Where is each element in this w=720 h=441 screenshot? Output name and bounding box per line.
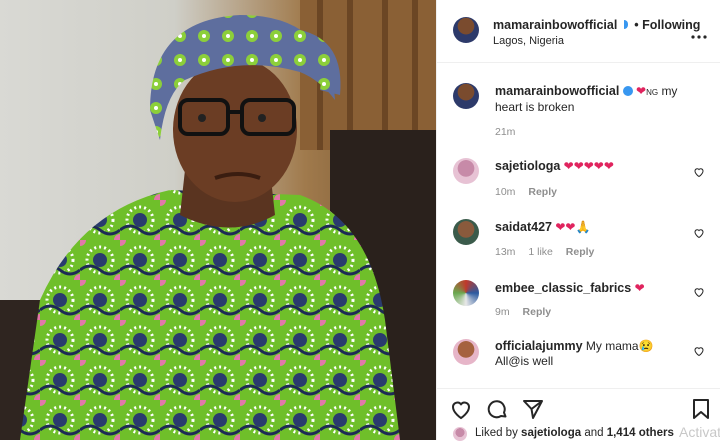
- likes-summary: Liked by sajetiologa and 1,414 others: [437, 426, 720, 441]
- comment-meta: 13m 1 like Reply: [495, 246, 594, 258]
- reply-button[interactable]: Reply: [528, 186, 557, 198]
- comment-body: ❤: [634, 281, 645, 295]
- like-comment-heart-icon[interactable]: [693, 286, 705, 298]
- liked-prefix: Liked by: [475, 427, 518, 439]
- heart-emoji-icon: ❤: [636, 84, 647, 98]
- woman-photo-illustration: [0, 0, 436, 440]
- comment-item: officialajummy My mama😢 All@is well: [437, 337, 720, 387]
- comment-body: My mama😢: [585, 339, 654, 353]
- comment-text: officialajummy My mama😢 All@is well: [495, 339, 695, 369]
- liker-avatar[interactable]: [453, 427, 467, 441]
- like-comment-heart-icon[interactable]: [693, 345, 705, 357]
- comment-body: ❤❤🙏: [555, 220, 591, 234]
- liked-and: and: [584, 427, 604, 439]
- comment-body: ❤❤❤❤❤: [563, 159, 614, 173]
- header-title-row: mamarainbowofficial • Following: [493, 16, 700, 34]
- commenter-avatar[interactable]: [453, 280, 479, 306]
- reply-button[interactable]: Reply: [523, 306, 552, 318]
- comment-likes[interactable]: 1 like: [528, 246, 553, 258]
- comment-text: sajetiologa ❤❤❤❤❤: [495, 159, 695, 174]
- comment-bubble-icon[interactable]: [485, 397, 509, 421]
- likes-text: Liked by sajetiologa and 1,414 others: [475, 427, 674, 439]
- caption-flag: NG: [646, 88, 659, 97]
- comment-time: 10m: [495, 186, 516, 198]
- caption-avatar[interactable]: [453, 83, 479, 109]
- comment-item: sajetiologa ❤❤❤❤❤ 10m Reply: [437, 155, 720, 205]
- share-paper-plane-icon[interactable]: [521, 397, 545, 421]
- comment-username[interactable]: embee_classic_fabrics: [495, 281, 631, 295]
- comment-username[interactable]: officialajummy: [495, 339, 583, 353]
- more-options-icon[interactable]: [691, 26, 707, 39]
- post-location[interactable]: Lagos, Nigeria: [493, 35, 564, 47]
- comment-time: 13m: [495, 246, 516, 258]
- comment-meta: 9m Reply: [495, 306, 551, 318]
- post-header: mamarainbowofficial • Following Lagos, N…: [437, 0, 720, 63]
- comment-time: 9m: [495, 306, 510, 318]
- caption-username[interactable]: mamarainbowofficial: [495, 84, 619, 98]
- comment-text: embee_classic_fabrics ❤: [495, 281, 695, 296]
- commenter-avatar[interactable]: [453, 219, 479, 245]
- author-username[interactable]: mamarainbowofficial: [493, 18, 617, 32]
- like-heart-icon[interactable]: [449, 397, 473, 421]
- caption-text: mamarainbowofficial ❤NG my heart is brok…: [495, 84, 695, 115]
- post-side-panel: mamarainbowofficial • Following Lagos, N…: [436, 0, 720, 441]
- comment-meta: 10m Reply: [495, 186, 557, 198]
- like-comment-heart-icon[interactable]: [693, 227, 705, 239]
- liked-user[interactable]: sajetiologa: [521, 427, 581, 439]
- comment-username[interactable]: sajetiologa: [495, 159, 560, 173]
- comment-username[interactable]: saidat427: [495, 220, 552, 234]
- verified-icon: [623, 20, 628, 30]
- commenter-avatar[interactable]: [453, 158, 479, 184]
- activate-watermark: Activat: [678, 424, 720, 440]
- verified-badge-icon: [622, 86, 633, 96]
- comment-text: saidat427 ❤❤🙏: [495, 220, 695, 235]
- caption-block: mamarainbowofficial ❤NG my heart is brok…: [437, 80, 720, 140]
- save-bookmark-icon[interactable]: [689, 397, 713, 421]
- like-comment-heart-icon[interactable]: [693, 166, 705, 178]
- post-actions-bar: [437, 388, 720, 429]
- post-photo[interactable]: [0, 0, 436, 440]
- author-avatar[interactable]: [453, 17, 479, 43]
- commenter-avatar[interactable]: [453, 339, 479, 365]
- comment-item: embee_classic_fabrics ❤ 9m Reply: [437, 277, 720, 327]
- caption-time: 21m: [495, 126, 516, 138]
- comment-body-line2: All@is well: [495, 354, 554, 368]
- reply-button[interactable]: Reply: [566, 246, 595, 258]
- comment-item: saidat427 ❤❤🙏 13m 1 like Reply: [437, 216, 720, 266]
- liked-count[interactable]: 1,414 others: [607, 427, 674, 439]
